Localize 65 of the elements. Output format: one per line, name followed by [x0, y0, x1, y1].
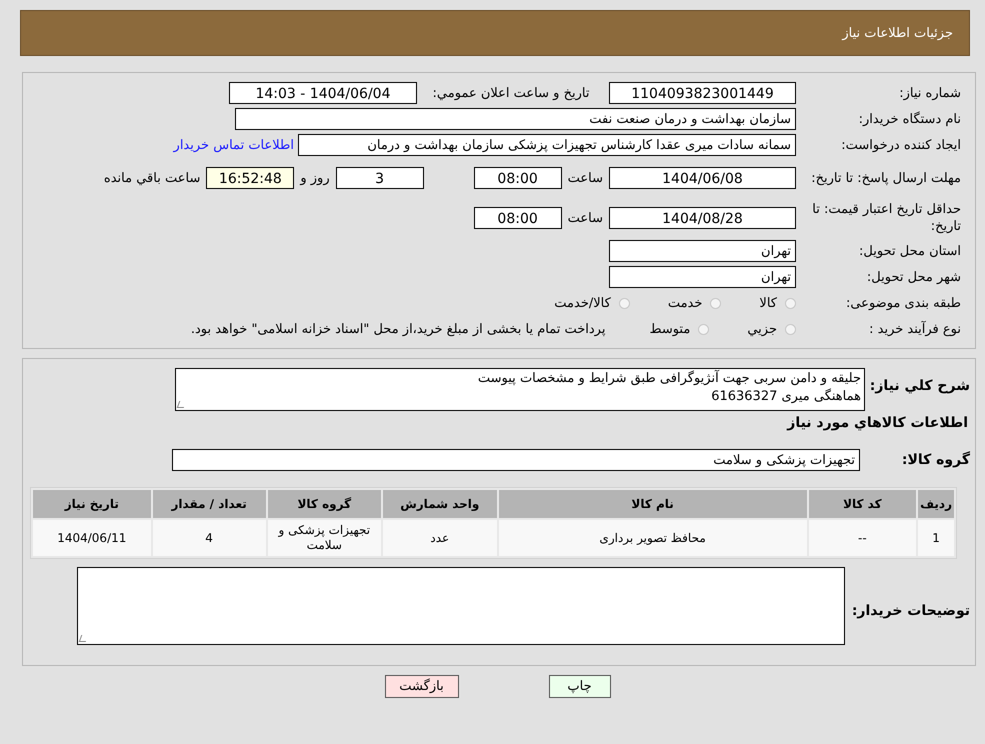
- radio-label: کالا: [759, 296, 777, 310]
- field-label: مهلت ارسال پاسخ: تا تاريخ:: [810, 170, 961, 186]
- table-cell: محافظ تصویر برداری: [498, 520, 807, 556]
- radio-button[interactable]: [785, 298, 796, 308]
- days-field: 3: [336, 167, 424, 189]
- section-title: اطلاعات کالاهاي مورد نياز: [786, 415, 968, 431]
- province-field: تهران: [609, 240, 796, 262]
- column-header: تاريخ نياز: [33, 490, 151, 518]
- field-label: شهر محل تحويل:: [866, 268, 961, 286]
- field-label: توضيحات خريدار:: [850, 602, 970, 619]
- buyer-contact-link[interactable]: اطلاعات تماس خريدار: [174, 138, 294, 152]
- field-label: ساعت: [568, 210, 603, 226]
- radio-button[interactable]: [710, 298, 722, 308]
- goods-group-field: تجهيزات پزشکی و سلامت: [172, 449, 860, 471]
- table-cell: عدد: [382, 520, 497, 556]
- table-cell: --: [808, 520, 916, 556]
- creator-field: سمانه سادات میری عقدا کارشناس تجهیزات پزشکی سازمان بهداشت و درمان: [298, 134, 796, 156]
- field-label: روز و: [300, 170, 330, 186]
- table-cell: 1: [918, 520, 954, 556]
- radio-label: جزيي: [747, 322, 777, 336]
- field-label: گروه کالا:: [900, 452, 970, 468]
- field-label: حداقل تاريخ اعتبار قيمت: تا تاريخ:: [811, 201, 961, 235]
- field-label: ساعت باقي مانده: [104, 170, 200, 186]
- announce-date-field: 1404/06/04 - 14:03: [229, 82, 417, 104]
- column-header: رديف: [918, 490, 954, 518]
- radio-button[interactable]: [698, 324, 710, 334]
- column-header: تعداد / مقدار: [152, 490, 266, 518]
- resize-grip-icon: [176, 401, 186, 408]
- field-label: ساعت: [568, 170, 603, 186]
- field-label: ايجاد کننده درخواست:: [840, 136, 961, 154]
- city-field: تهران: [609, 266, 796, 288]
- remaining-time-field: 16:52:48: [206, 167, 294, 189]
- payment-note: پرداخت تمام يا بخشی از مبلغ خريد،از محل "اسناد خزانه اسلامی" خواهد بود.: [190, 322, 606, 336]
- radio-label: خدمت: [668, 296, 702, 310]
- field-label: نام دستگاه خريدار:: [858, 110, 961, 128]
- field-label: طبقه بندی موضوعی:: [844, 294, 961, 312]
- radio-label: متوسط: [649, 322, 690, 336]
- field-label: استان محل تحويل:: [858, 242, 961, 260]
- page-title: جزئيات اطلاعات نياز: [842, 26, 953, 40]
- time-field: 08:00: [474, 167, 562, 189]
- buyer-notes-field[interactable]: [77, 567, 845, 645]
- date-field: 1404/08/28: [609, 207, 796, 229]
- need-number-field: 1104093823001449: [609, 82, 796, 104]
- column-header: نام کالا: [498, 490, 807, 518]
- radio-label: کالا/خدمت: [554, 296, 611, 310]
- table-cell: تجهيزات پزشکی و سلامت: [268, 520, 381, 556]
- table-cell: 4: [152, 520, 266, 556]
- radio-button[interactable]: [618, 298, 630, 308]
- field-label: نوع فرآيند خريد :: [868, 320, 961, 338]
- table-cell: 1404/06/11: [33, 520, 151, 556]
- buyer-field: سازمان بهداشت و درمان صنعت نفت: [235, 108, 796, 130]
- back-button[interactable]: بازگشت: [384, 675, 458, 698]
- print-button[interactable]: چاپ: [548, 675, 610, 698]
- resize-grip-icon: [78, 635, 88, 642]
- description-line: هماهنگی میری 61636327: [711, 388, 861, 406]
- radio-button[interactable]: [785, 324, 796, 334]
- column-header: واحد شمارش: [382, 490, 497, 518]
- time-field: 08:00: [474, 207, 562, 229]
- description-line: جليقه و دامن سربی جهت آنژیوگرافی طبق شرايط و مشخصات پيوست: [478, 370, 861, 388]
- field-label: شرح کلي نياز:: [868, 377, 970, 394]
- column-header: کد کالا: [808, 490, 916, 518]
- date-field: 1404/06/08: [609, 167, 796, 189]
- column-header: گروه کالا: [268, 490, 381, 518]
- field-label: شماره نياز:: [898, 84, 961, 102]
- field-label: تاريخ و ساعت اعلان عمومي:: [432, 86, 590, 100]
